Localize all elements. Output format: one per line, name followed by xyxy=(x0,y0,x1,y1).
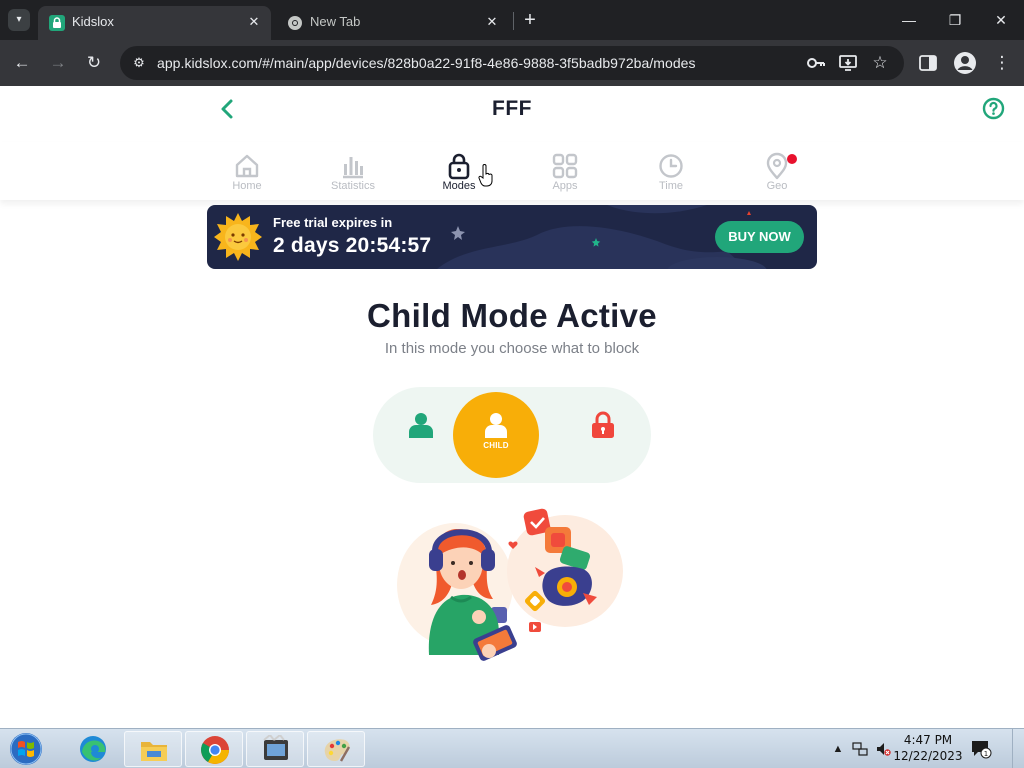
kidslox-favicon-icon xyxy=(49,15,65,31)
network-icon[interactable] xyxy=(852,741,868,757)
lock-icon xyxy=(592,411,614,438)
chrome-favicon-icon xyxy=(288,16,302,30)
restore-icon[interactable]: ❐ xyxy=(932,0,978,40)
trial-label: Free trial expires in xyxy=(273,215,393,230)
minimize-icon[interactable]: — xyxy=(886,0,932,40)
trial-countdown: 2 days 20:54:57 xyxy=(273,234,432,257)
tab-title: New Tab xyxy=(310,14,361,29)
reload-icon[interactable]: ↻ xyxy=(82,51,106,75)
taskbar-app-chrome[interactable] xyxy=(185,731,243,767)
nav-label-statistics: Statistics xyxy=(330,180,375,192)
url-text[interactable]: app.kidslox.com/#/main/app/devices/828b0… xyxy=(157,55,696,71)
svg-text:1: 1 xyxy=(984,750,988,758)
movie-maker-icon xyxy=(263,735,288,760)
taskbar-app-paint[interactable] xyxy=(307,731,365,767)
site-settings-icon[interactable]: ⚙ xyxy=(130,54,148,72)
clock-icon xyxy=(659,154,683,178)
paint-icon xyxy=(324,739,351,762)
nav-label-time: Time xyxy=(658,180,684,192)
device-name-title: FFF xyxy=(492,97,532,120)
buy-now-button[interactable]: BUY NOW xyxy=(715,221,804,253)
edge-icon xyxy=(80,736,106,762)
side-panel-icon[interactable] xyxy=(918,53,938,73)
nav-label-home: Home xyxy=(232,180,262,192)
statistics-icon xyxy=(343,157,363,179)
child-icon xyxy=(485,413,507,438)
nav-label-apps: Apps xyxy=(552,180,578,192)
mode-option-child[interactable]: CHILD xyxy=(453,392,539,478)
back-arrow-icon[interactable]: ← xyxy=(10,51,34,75)
mouse-pointer-hand-icon xyxy=(478,164,493,187)
bookmark-star-icon[interactable]: ☆ xyxy=(870,54,890,72)
close-tab-icon[interactable]: ✕ xyxy=(483,13,501,31)
browser-tab-bar: ▾ Kidslox ✕ New Tab ✕ + — ❐ ✕ xyxy=(0,0,1024,40)
app-nav-bar: Home Statistics Modes Apps Time Geo xyxy=(0,142,1024,200)
home-icon xyxy=(235,154,259,178)
notification-dot xyxy=(787,154,797,164)
forward-arrow-icon[interactable]: → xyxy=(46,51,70,75)
address-bar[interactable]: ⚙ app.kidslox.com/#/main/app/devices/828… xyxy=(120,46,904,80)
mode-switch: CHILD xyxy=(373,387,651,483)
tab-separator xyxy=(513,12,514,30)
more-options-icon[interactable]: ⋮ xyxy=(990,51,1014,75)
install-app-icon[interactable] xyxy=(838,54,858,72)
sun-mascot-icon xyxy=(214,213,262,261)
browser-tab-kidslox[interactable]: Kidslox ✕ xyxy=(38,6,271,40)
taskbar-app-edge[interactable] xyxy=(64,731,122,767)
system-clock[interactable]: 4:47 PM 12/22/2023 xyxy=(890,732,966,764)
chrome-icon xyxy=(201,736,229,764)
profile-avatar-icon[interactable] xyxy=(953,51,977,75)
key-icon[interactable] xyxy=(806,54,826,72)
mode-option-lock[interactable] xyxy=(555,387,651,483)
file-explorer-icon xyxy=(141,742,167,761)
nav-item-time[interactable]: Time xyxy=(636,150,706,196)
trial-banner: Free trial expires in 2 days 20:54:57 BU… xyxy=(207,205,817,269)
app-header: FFF xyxy=(0,86,1024,142)
new-tab-button[interactable]: + xyxy=(519,9,541,31)
mode-subtitle: In this mode you choose what to block xyxy=(384,340,640,357)
browser-tab-new-tab[interactable]: New Tab ✕ xyxy=(276,6,509,40)
mode-title: Child Mode Active xyxy=(367,297,657,334)
help-question-icon[interactable] xyxy=(982,97,1005,120)
browser-toolbar: ← → ↻ ⚙ app.kidslox.com/#/main/app/devic… xyxy=(0,40,1024,86)
parent-icon xyxy=(409,413,433,438)
nav-item-home[interactable]: Home xyxy=(212,150,282,196)
close-tab-icon[interactable]: ✕ xyxy=(245,13,263,31)
nav-label-geo: Geo xyxy=(766,180,788,192)
taskbar-app-movie-maker[interactable] xyxy=(246,731,304,767)
windows-taskbar: ▲ 4:47 PM 12/22/2023 1 xyxy=(0,728,1024,768)
show-hidden-icons-icon[interactable]: ▲ xyxy=(830,741,846,757)
lock-icon xyxy=(448,153,470,180)
taskbar-app-file-explorer[interactable] xyxy=(124,731,182,767)
nav-item-geo[interactable]: Geo xyxy=(742,150,812,196)
apps-grid-icon xyxy=(552,153,578,179)
show-desktop-button[interactable] xyxy=(1012,729,1024,768)
mode-option-label: CHILD xyxy=(483,441,509,450)
action-center-icon[interactable]: 1 xyxy=(970,739,992,759)
windows-start-icon[interactable] xyxy=(6,731,46,767)
clock-time: 4:47 PM xyxy=(903,733,953,747)
close-window-icon[interactable]: ✕ xyxy=(978,0,1024,40)
tab-title: Kidslox xyxy=(72,14,114,29)
volume-muted-icon[interactable] xyxy=(875,741,891,757)
child-mode-illustration xyxy=(397,508,623,661)
chevron-down-icon: ▾ xyxy=(16,14,22,25)
clock-date: 12/22/2023 xyxy=(893,749,963,763)
nav-item-statistics[interactable]: Statistics xyxy=(318,150,388,196)
nav-item-apps[interactable]: Apps xyxy=(530,150,600,196)
tab-search-button[interactable]: ▾ xyxy=(8,9,30,31)
